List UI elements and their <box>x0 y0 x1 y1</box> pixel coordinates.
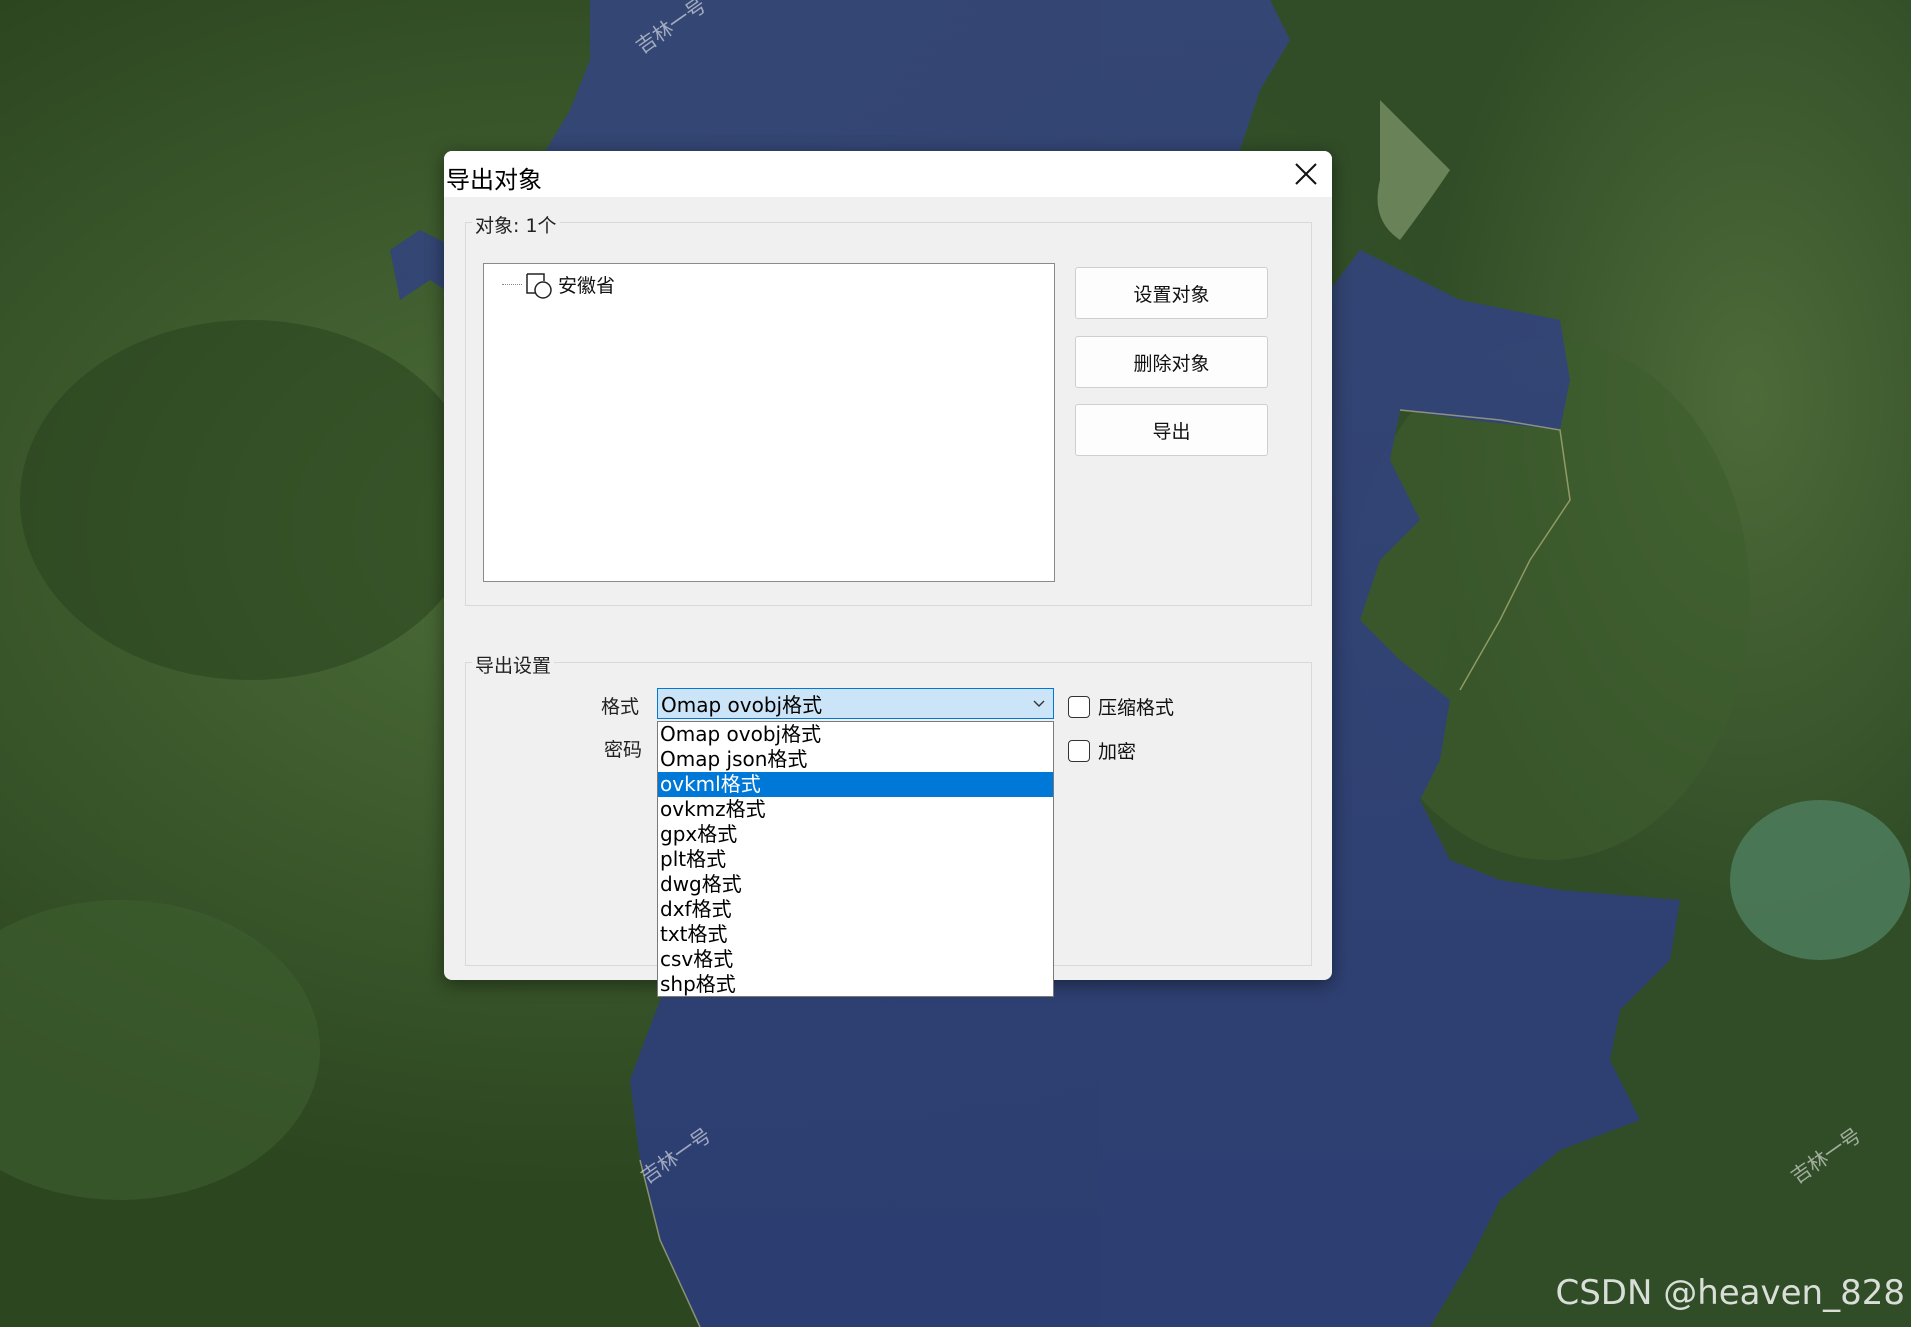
encrypt-label: 加密 <box>1098 741 1137 763</box>
format-option[interactable]: txt格式 <box>658 922 1053 947</box>
format-option[interactable]: gpx格式 <box>658 822 1053 847</box>
close-icon <box>1295 163 1317 185</box>
format-option[interactable]: shp格式 <box>658 972 1053 997</box>
tree-item-label: 安徽省 <box>558 274 616 297</box>
csdn-watermark: CSDN @heaven_828 <box>1555 1273 1905 1313</box>
format-option[interactable]: ovkml格式 <box>658 772 1053 797</box>
set-objects-button[interactable]: 设置对象 <box>1075 267 1268 319</box>
format-option[interactable]: Omap ovobj格式 <box>658 722 1053 747</box>
encrypt-checkbox[interactable] <box>1068 739 1090 762</box>
compress-format-label: 压缩格式 <box>1098 697 1175 719</box>
format-option[interactable]: ovkmz格式 <box>658 797 1053 822</box>
delete-objects-button[interactable]: 删除对象 <box>1075 336 1268 388</box>
object-tree[interactable]: 安徽省 <box>483 263 1055 582</box>
password-label: 密码 <box>604 739 643 761</box>
format-option[interactable]: csv格式 <box>658 947 1053 972</box>
format-option[interactable]: dwg格式 <box>658 872 1053 897</box>
objects-group-label: 对象: 1个 <box>472 211 560 238</box>
encrypt-option[interactable]: 加密 <box>1068 737 1136 764</box>
dialog-title: 导出对象 <box>446 166 542 194</box>
format-option[interactable]: plt格式 <box>658 847 1053 872</box>
format-select-value: Omap ovobj格式 <box>661 693 823 717</box>
tree-connector <box>502 283 522 285</box>
chevron-down-icon <box>1033 700 1045 707</box>
format-option[interactable]: dxf格式 <box>658 897 1053 922</box>
format-option[interactable]: Omap json格式 <box>658 747 1053 772</box>
export-objects-dialog: 导出对象 对象: 1个 安徽省 设置对象 删除对象 导出 导出设置 格式 密码 … <box>444 151 1332 997</box>
format-label: 格式 <box>601 696 640 718</box>
export-settings-label: 导出设置 <box>472 651 555 678</box>
format-select[interactable]: Omap ovobj格式 <box>657 688 1054 719</box>
compress-format-option[interactable]: 压缩格式 <box>1068 693 1174 720</box>
tree-item-anhui[interactable]: 安徽省 <box>502 269 615 299</box>
compress-format-checkbox[interactable] <box>1068 695 1090 718</box>
title-bar[interactable]: 导出对象 <box>444 151 1332 197</box>
export-button[interactable]: 导出 <box>1075 404 1268 456</box>
polygon-object-icon <box>526 273 552 299</box>
format-dropdown-list[interactable]: Omap ovobj格式 Omap json格式 ovkml格式 ovkmz格式 gpx… <box>657 721 1054 997</box>
close-button[interactable] <box>1282 155 1326 193</box>
